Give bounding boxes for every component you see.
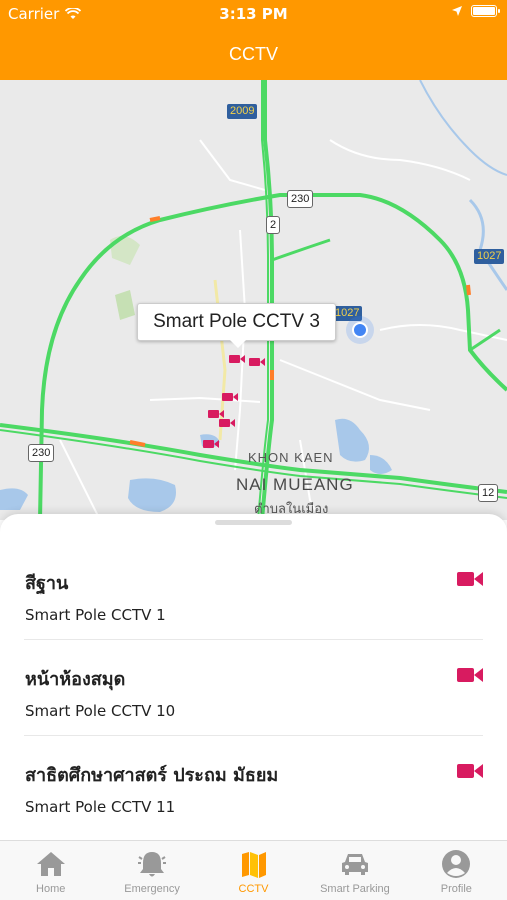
page-title: CCTV [229,43,278,64]
status-right [451,5,500,17]
camera-name: หน้าห้องสมุด [25,669,126,690]
camera-icon[interactable] [457,666,483,684]
road-shield-1027: 1027 [474,249,505,264]
camera-list-sheet[interactable]: สีฐาน Smart Pole CCTV 1 หน้าห้องสมุด Sma… [0,514,507,840]
list-item[interactable]: สาธิตศึกษาศาสตร์ ประถม มัธยม Smart Pole … [24,736,483,832]
camera-subtitle: Smart Pole CCTV 10 [25,702,176,720]
road-shield-2: 2 [266,216,281,234]
camera-marker-icon[interactable] [249,357,265,367]
road-shield-12: 12 [478,484,499,502]
sheet-drag-handle[interactable] [215,520,292,525]
tab-emergency[interactable]: Emergency [101,841,202,900]
tab-profile[interactable]: Profile [406,841,507,900]
status-bar: Carrier 3:13 PM [0,0,507,28]
tab-label: Profile [440,883,472,895]
tab-label: Home [36,883,66,895]
camera-marker-icon[interactable] [203,439,219,449]
tab-smart-parking[interactable]: Smart Parking [304,841,405,900]
battery-icon [471,5,500,17]
map-view[interactable]: 2009 230 2 1027 230 12 1027 KHON KAEN NA… [0,80,507,520]
road-shield-230-west: 230 [28,444,55,462]
camera-name: สาธิตศึกษาศาสตร์ ประถม มัธยม [25,765,279,786]
camera-subtitle: Smart Pole CCTV 11 [25,798,176,816]
marker-callout[interactable]: Smart Pole CCTV 3 [137,303,336,348]
list-item[interactable]: หน้าห้องสมุด Smart Pole CCTV 10 [24,640,483,736]
camera-marker-icon[interactable] [222,392,238,402]
location-arrow-icon [452,6,462,16]
user-location-marker [346,316,374,344]
camera-icon[interactable] [457,570,483,588]
tab-label: Emergency [124,883,180,895]
camera-name: สีฐาน [25,573,69,594]
map-icon [241,852,266,878]
bell-icon [138,852,167,877]
camera-list: สีฐาน Smart Pole CCTV 1 หน้าห้องสมุด Sma… [0,544,507,832]
profile-icon [442,850,471,878]
road-shield-230: 230 [287,190,314,208]
map-label-khon-kaen: KHON KAEN [248,450,334,465]
tab-cctv[interactable]: CCTV [203,841,304,900]
home-icon [36,852,65,876]
camera-icon[interactable] [457,762,483,780]
tab-home[interactable]: Home [0,841,101,900]
camera-marker-icon[interactable] [229,354,245,364]
tab-label: Smart Parking [320,883,390,895]
tab-label: CCTV [238,883,269,895]
map-label-nai-mueang: NAI MUEANG [236,475,354,494]
tab-bar: Home Emergency CCTV Smart Parking Profil… [0,840,507,900]
car-icon [341,854,368,875]
camera-subtitle: Smart Pole CCTV 1 [25,606,166,624]
callout-label: Smart Pole CCTV 3 [153,311,320,332]
list-item[interactable]: สีฐาน Smart Pole CCTV 1 [24,544,483,640]
camera-marker-icon[interactable] [219,418,235,428]
nav-bar: CCTV [0,28,507,80]
road-shield-2009: 2009 [227,104,258,119]
status-time: 3:13 PM [219,5,288,23]
